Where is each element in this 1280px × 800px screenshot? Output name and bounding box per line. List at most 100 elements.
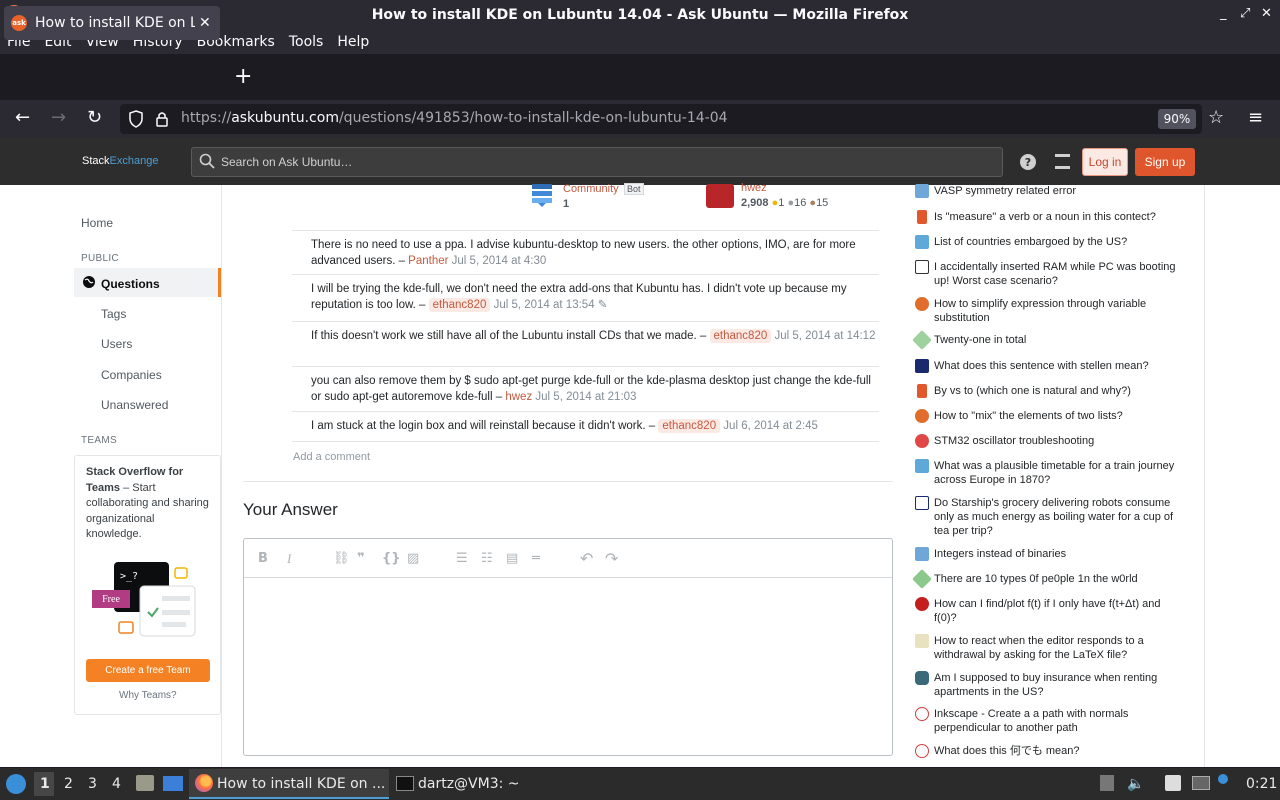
zoom-level-badge[interactable]: 90%	[1158, 109, 1196, 129]
blockquote-icon[interactable]: ❞	[357, 551, 365, 566]
author-avatar[interactable]	[706, 184, 734, 208]
numbered-list-icon[interactable]: ☰	[456, 551, 468, 566]
comment-date[interactable]: Jul 5, 2014 at 21:03	[535, 391, 636, 403]
minimize-button[interactable]: _	[1220, 6, 1227, 21]
comment-date[interactable]: Jul 6, 2014 at 2:45	[723, 420, 818, 432]
desktop-1[interactable]: 1	[40, 776, 50, 792]
edit-pencil-icon[interactable]: ✎	[598, 299, 608, 311]
hot-question-link[interactable]: STM32 oscillator troubleshooting	[934, 434, 1179, 448]
tab-askubuntu[interactable]: ask How to install KDE on Lubuntu 14.04 …	[4, 6, 220, 40]
nav-unanswered[interactable]: Unanswered	[101, 398, 168, 412]
bot-badge: Bot	[624, 183, 644, 195]
hot-question-link[interactable]: Am I supposed to buy insurance when rent…	[934, 671, 1179, 699]
redo-icon[interactable]: ↷	[605, 549, 618, 568]
comment-date[interactable]: Jul 5, 2014 at 13:54	[494, 299, 595, 311]
horizontal-rule-icon[interactable]: ═	[532, 551, 540, 566]
back-icon[interactable]: ←	[15, 107, 30, 128]
firefox-task-label[interactable]: How to install KDE on ...	[217, 776, 385, 792]
community-user-link[interactable]: Community	[563, 183, 619, 195]
comment: I am stuck at the login box and will rei…	[311, 419, 818, 433]
tracking-shield-icon[interactable]	[128, 110, 144, 128]
hot-question-link[interactable]: How to react when the editor responds to…	[934, 634, 1179, 662]
hot-question-link[interactable]: How can I find/plot f(t) if I only have …	[934, 597, 1179, 625]
hot-question-link[interactable]: What does this sentence with stellen mea…	[934, 359, 1179, 373]
url-text[interactable]: https://askubuntu.com/questions/491853/h…	[181, 110, 728, 126]
comment-user-link[interactable]: Panther	[408, 255, 448, 267]
help-icon[interactable]: ?	[1020, 154, 1036, 170]
hot-question-link[interactable]: I accidentally inserted RAM while PC was…	[934, 260, 1179, 288]
signup-button[interactable]: Sign up	[1135, 148, 1195, 176]
nav-companies[interactable]: Companies	[101, 368, 162, 382]
terminal-task-label[interactable]: dartz@VM3: ~	[418, 776, 520, 792]
tray-clipboard-icon[interactable]	[1165, 775, 1181, 791]
hot-question-link[interactable]: How to simplify expression through varia…	[934, 297, 1179, 325]
comment-user-link[interactable]: hwez	[505, 391, 532, 403]
hot-question-link[interactable]: Do Starship's grocery delivering robots …	[934, 496, 1179, 538]
bold-icon[interactable]: B	[258, 551, 268, 566]
file-manager-icon[interactable]	[136, 775, 154, 791]
hot-question-link[interactable]: List of countries embargoed by the US?	[934, 235, 1179, 249]
start-menu-icon[interactable]	[6, 774, 26, 794]
comment-date[interactable]: Jul 5, 2014 at 4:30	[452, 255, 547, 267]
comment-divider	[292, 230, 879, 231]
bullet-list-icon[interactable]: ☷	[481, 551, 493, 566]
clock: 0:21	[1246, 776, 1278, 792]
hot-question-link[interactable]: VASP symmetry related error	[934, 184, 1179, 198]
comment: If this doesn't work we still have all o…	[311, 329, 876, 343]
hot-question-link[interactable]: What was a plausible timetable for a tra…	[934, 459, 1179, 487]
reload-icon[interactable]: ↻	[87, 107, 102, 128]
nav-home[interactable]: Home	[81, 216, 113, 230]
hot-question-link[interactable]: What does this 何でも mean?	[934, 744, 1179, 758]
show-desktop-icon[interactable]	[163, 776, 183, 791]
bookmark-star-icon[interactable]: ☆	[1208, 107, 1224, 128]
author-user-link[interactable]: hwez	[741, 182, 767, 194]
close-window-button[interactable]: ✕	[1261, 6, 1272, 21]
tab-title: How to install KDE on Lubuntu 14.04 - As…	[35, 15, 195, 31]
desktop-2[interactable]: 2	[64, 776, 73, 792]
menu-help[interactable]: Help	[337, 34, 369, 50]
comment-user-link[interactable]: ethanc820	[428, 298, 491, 312]
hot-question-link[interactable]: There are 10 types 0f pe0ple 1n the w0rl…	[934, 572, 1179, 586]
link-icon[interactable]: ⛓	[333, 551, 350, 566]
nav-users[interactable]: Users	[101, 337, 132, 351]
hot-question-link[interactable]: Inkscape - Create a a path with normals …	[934, 707, 1179, 735]
tray-usb-icon[interactable]	[1100, 775, 1114, 791]
add-comment-link[interactable]: Add a comment	[293, 451, 370, 463]
undo-icon[interactable]: ↶	[580, 549, 593, 568]
desktop-4[interactable]: 4	[112, 776, 121, 792]
nav-tags[interactable]: Tags	[101, 307, 126, 321]
image-icon[interactable]: ▨	[407, 551, 419, 566]
italic-icon[interactable]: I	[287, 551, 291, 567]
desktop-3[interactable]: 3	[88, 776, 97, 792]
hot-question-link[interactable]: Twenty-one in total	[934, 333, 1179, 347]
menu-tools[interactable]: Tools	[289, 34, 324, 50]
stackexchange-logo[interactable]: StackExchange	[82, 155, 158, 167]
comment-date[interactable]: Jul 5, 2014 at 14:12	[774, 330, 875, 342]
heading-icon[interactable]: ▤	[506, 551, 518, 566]
nav-questions[interactable]: Questions	[101, 277, 160, 291]
new-tab-button[interactable]: +	[234, 64, 252, 89]
site-switcher-icon[interactable]	[1055, 154, 1070, 169]
comment-divider	[292, 366, 879, 367]
comment-user-link[interactable]: ethanc820	[658, 419, 721, 433]
why-teams-link[interactable]: Why Teams?	[119, 690, 177, 701]
globe-icon	[83, 276, 95, 288]
hot-question-link[interactable]: By vs to (which one is natural and why?)	[934, 384, 1179, 398]
hot-question-link[interactable]: How to "mix" the elements of two lists?	[934, 409, 1179, 423]
lock-icon[interactable]	[155, 110, 169, 128]
hot-question-link[interactable]: Integers instead of binaries	[934, 547, 1179, 561]
tray-network-icon[interactable]	[1192, 776, 1210, 790]
volume-icon[interactable]: 🔈	[1127, 776, 1144, 792]
hot-question-link[interactable]: Is "measure" a verb or a noun in this co…	[934, 210, 1179, 224]
community-avatar-icon[interactable]	[532, 184, 552, 208]
tab-strip	[0, 54, 1280, 100]
create-team-button[interactable]: Create a free Team	[86, 659, 210, 682]
code-icon[interactable]: {}	[382, 551, 401, 566]
comment-user-link[interactable]: ethanc820	[709, 329, 772, 343]
notification-icon[interactable]	[1218, 774, 1228, 784]
app-menu-icon[interactable]: ≡	[1248, 107, 1263, 128]
login-button[interactable]: Log in	[1082, 148, 1128, 176]
forward-icon[interactable]: →	[51, 107, 66, 128]
tab-close-icon[interactable]: ✕	[199, 15, 211, 31]
maximize-button[interactable]: ⤢	[1240, 6, 1250, 21]
